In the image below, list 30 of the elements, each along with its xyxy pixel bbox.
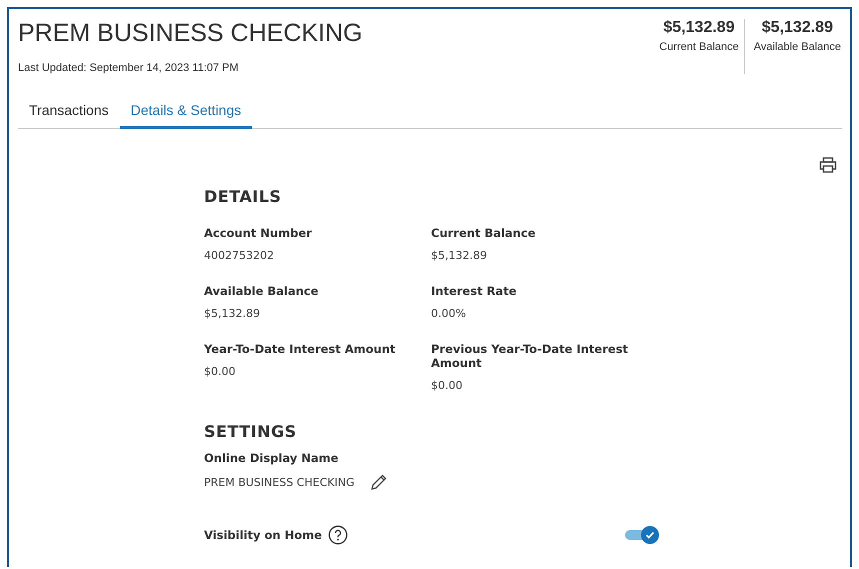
field-label: Current Balance <box>431 226 536 240</box>
field-label: Previous Year-To-Date Interest Amount <box>431 342 630 370</box>
display-name: PREM BUSINESS CHECKING <box>204 476 354 488</box>
field-value: $0.00 <box>204 365 236 378</box>
field-value: $5,132.89 <box>204 307 261 320</box>
balance-amount: $5,132.89 <box>662 19 736 37</box>
section-heading: SETTINGS <box>204 422 298 441</box>
section-heading: DETAILS <box>204 187 282 206</box>
print-icon[interactable] <box>819 157 837 173</box>
tab[interactable]: Details & Settings <box>120 96 252 129</box>
field-label: Year-To-Date Interest Amount <box>204 342 396 356</box>
check-icon <box>645 530 655 540</box>
help-icon[interactable] <box>328 525 348 545</box>
tab[interactable]: Transactions <box>18 96 120 129</box>
field-value: $5,132.89 <box>431 249 488 262</box>
field-label: Available Balance <box>204 284 320 298</box>
field-value: 0.00% <box>431 307 467 320</box>
field-value: 4002753202 <box>204 249 275 262</box>
last-updated-text: Last Updated: September 14, 2023 11:07 PM <box>18 62 240 74</box>
balance-label: Current Balance <box>659 41 739 53</box>
field-label: Visibility on Home <box>204 528 322 542</box>
visibility-toggle[interactable] <box>625 526 659 544</box>
field-value: $0.00 <box>431 379 464 392</box>
balance-label: Available Balance <box>754 41 841 53</box>
account-title: PREM BUSINESS CHECKING <box>18 19 363 48</box>
balance-amount: $5,132.89 <box>760 19 834 37</box>
field-label: Online Display Name <box>204 451 340 465</box>
field-label: Account Number <box>204 226 313 240</box>
edit-icon[interactable] <box>370 473 388 491</box>
field-label: Interest Rate <box>431 284 518 298</box>
